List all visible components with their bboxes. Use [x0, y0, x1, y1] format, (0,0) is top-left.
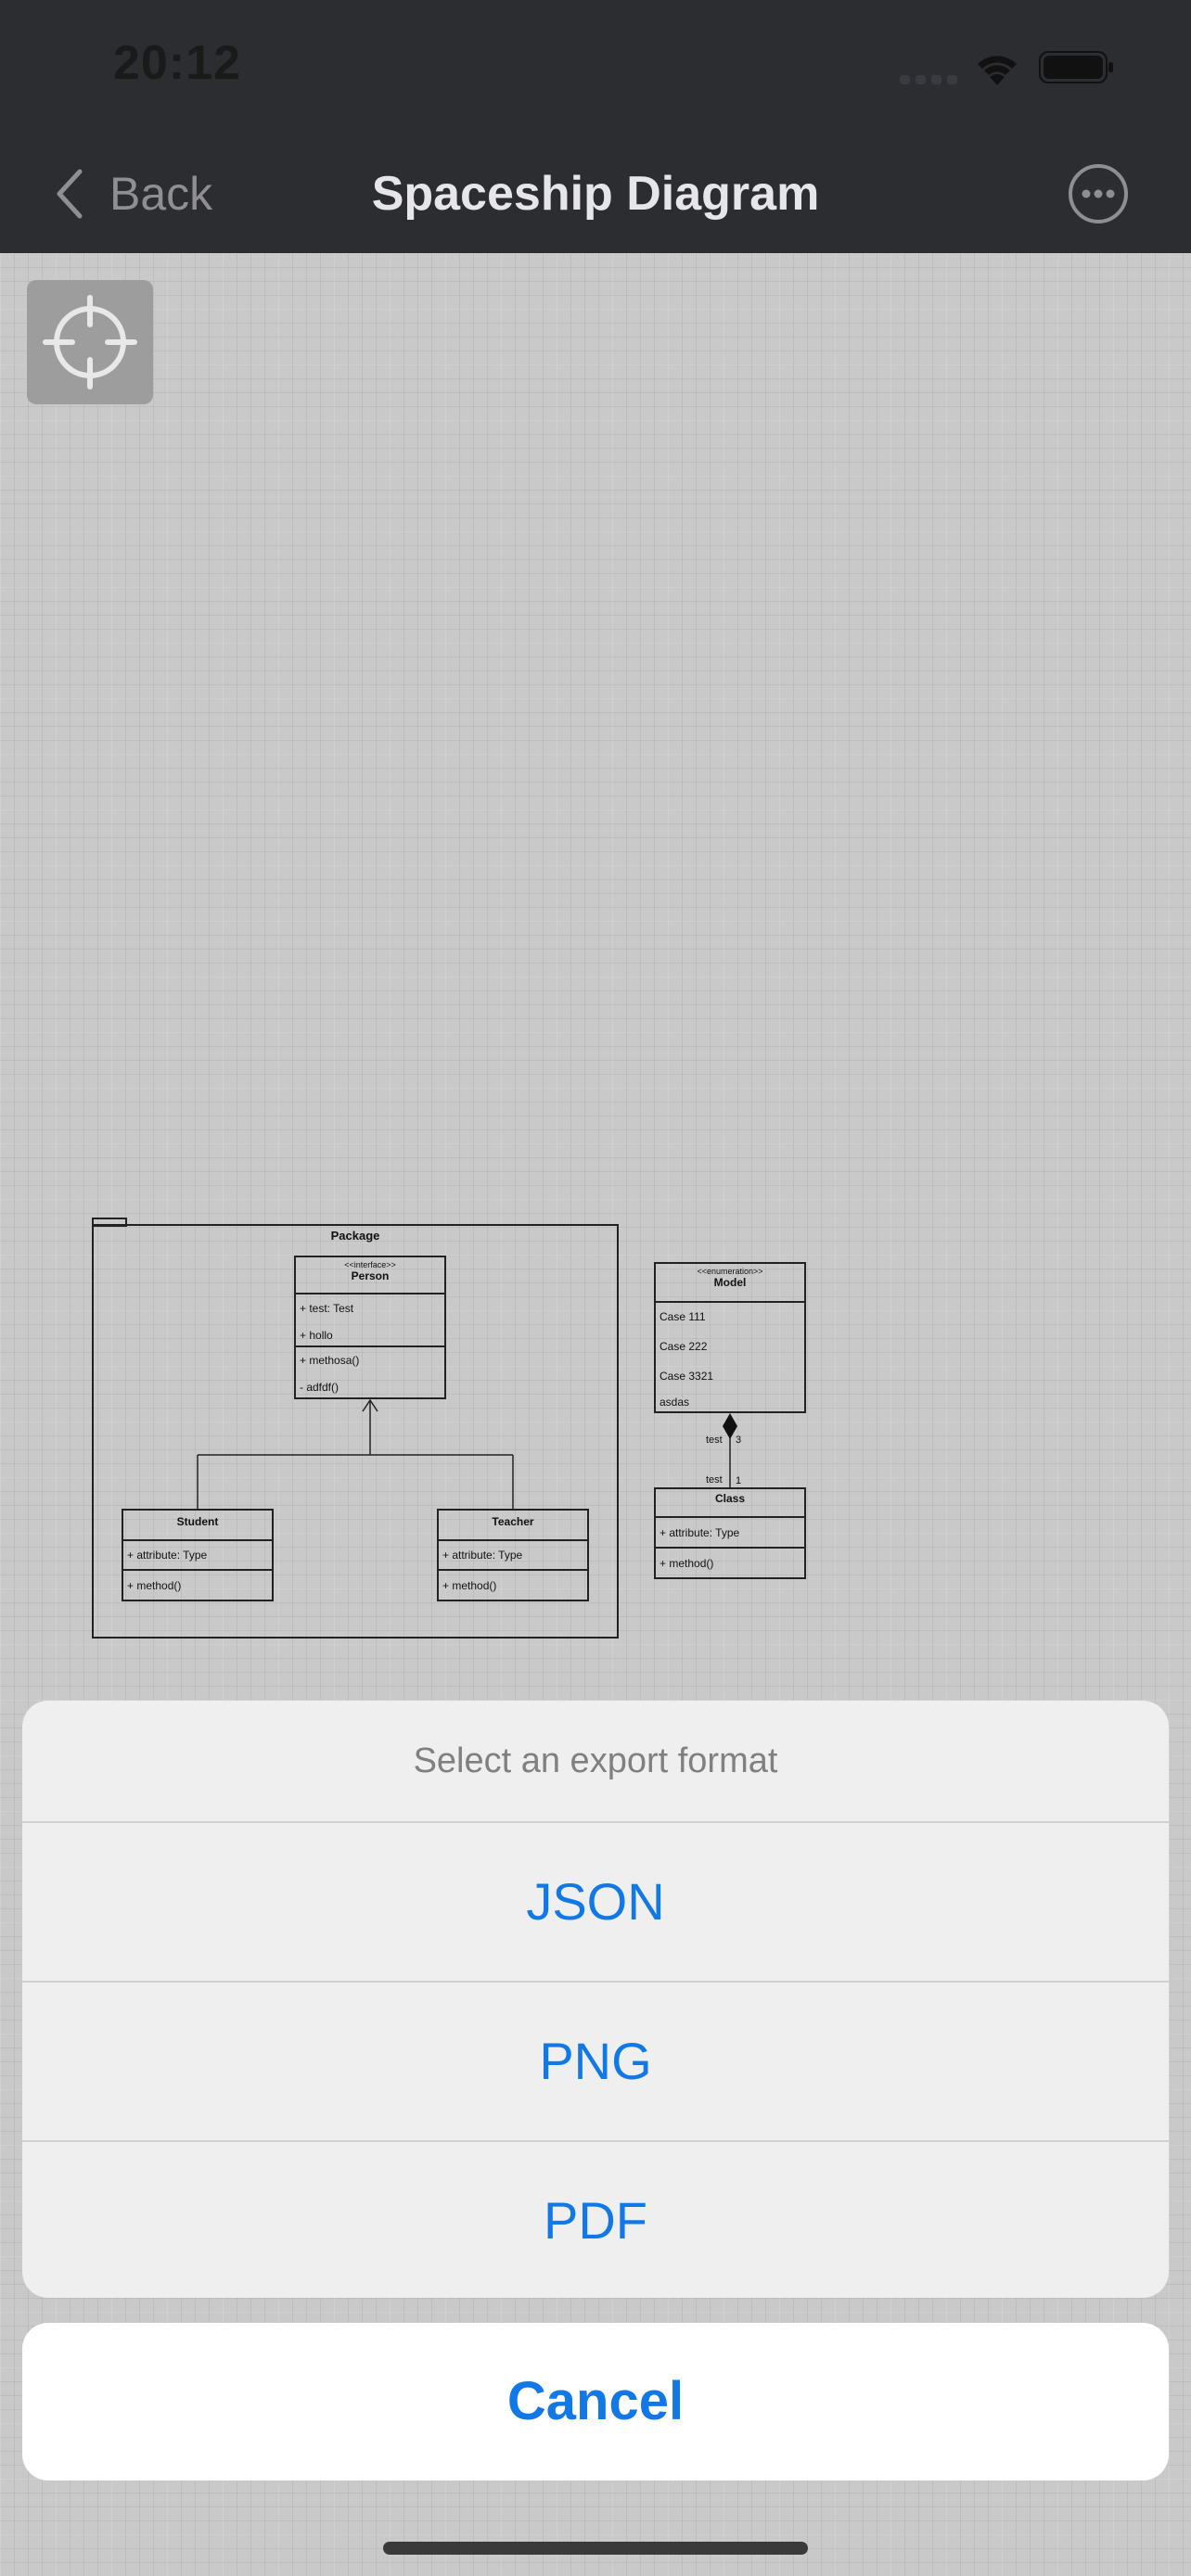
association-upper-label: test: [706, 1435, 723, 1446]
export-action-sheet: Select an export format JSON PNG PDF: [22, 1701, 1169, 2298]
generalization-edges: [197, 1398, 514, 1510]
action-sheet-title: Select an export format: [22, 1701, 1169, 1823]
person-method: - adfdf(): [300, 1381, 339, 1394]
model-case: Case 111: [660, 1310, 706, 1323]
composition-edge: test 3 test 1: [706, 1413, 741, 1488]
student-class[interactable]: Student + attribute: Type + method(): [122, 1509, 274, 1601]
status-bar: 20:12: [0, 0, 1191, 134]
student-method: + method(): [127, 1579, 181, 1592]
class-method: + method(): [660, 1557, 713, 1570]
person-attribute: + test: Test: [300, 1302, 354, 1315]
crosshair-icon: [43, 295, 137, 389]
battery-icon: [1039, 51, 1113, 83]
navigation-bar: Back Spaceship Diagram: [0, 134, 1191, 253]
class-attribute: + attribute: Type: [660, 1526, 739, 1539]
association-lower-multiplicity: 1: [736, 1475, 741, 1486]
model-enumeration[interactable]: <<enumeration>> Model Case 111 Case 222 …: [654, 1262, 806, 1413]
export-png-option[interactable]: PNG: [22, 1983, 1169, 2142]
more-button[interactable]: [1067, 162, 1130, 225]
export-json-option[interactable]: JSON: [22, 1823, 1169, 1983]
class-box[interactable]: Class + attribute: Type + method(): [654, 1487, 806, 1579]
wifi-icon: [978, 56, 1017, 85]
cancel-button[interactable]: Cancel: [22, 2323, 1169, 2480]
export-pdf-option[interactable]: PDF: [22, 2142, 1169, 2298]
model-name: Model: [714, 1276, 747, 1289]
student-attribute: + attribute: Type: [127, 1549, 207, 1562]
person-attribute: + hollo: [300, 1329, 333, 1342]
recenter-button[interactable]: [27, 280, 153, 404]
model-stereotype: <<enumeration>>: [697, 1267, 762, 1276]
student-name: Student: [177, 1515, 219, 1528]
association-lower-label: test: [706, 1474, 723, 1486]
person-name: Person: [352, 1269, 390, 1282]
class-name: Class: [715, 1492, 745, 1505]
teacher-name: Teacher: [492, 1515, 533, 1528]
person-class[interactable]: <<interface>> Person + test: Test + holl…: [294, 1256, 446, 1399]
model-case: Case 222: [660, 1340, 708, 1353]
cellular-signal-icon: [900, 75, 957, 84]
teacher-attribute: + attribute: Type: [442, 1549, 522, 1562]
association-upper-multiplicity: 3: [736, 1435, 741, 1446]
teacher-class[interactable]: Teacher + attribute: Type + method(): [437, 1509, 589, 1601]
home-indicator[interactable]: [383, 2542, 808, 2555]
status-time: 20:12: [113, 36, 241, 90]
model-case: Case 3321: [660, 1370, 713, 1383]
page-title: Spaceship Diagram: [371, 167, 820, 221]
package-name: Package: [331, 1229, 380, 1243]
model-case: asdas: [660, 1396, 689, 1409]
person-stereotype: <<interface>>: [344, 1260, 396, 1269]
person-method: + methosa(): [300, 1354, 359, 1367]
teacher-method: + method(): [442, 1579, 496, 1592]
